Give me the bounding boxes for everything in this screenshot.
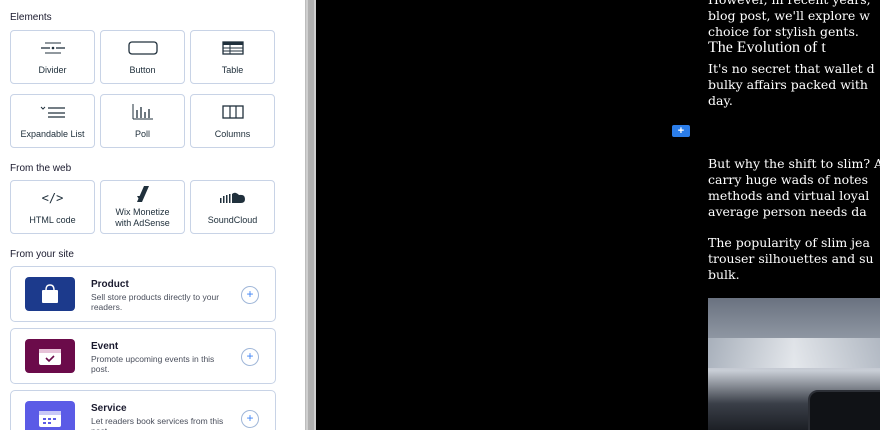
card-description: Sell store products directly to your rea… [91,292,220,312]
tile-soundcloud[interactable]: SoundCloud [190,180,275,234]
code-icon: </> [41,190,64,205]
article-line: blog post, we'll explore w [708,8,870,23]
expandable-list-icon [40,103,66,121]
panel-scrollbar[interactable] [305,0,316,430]
article-line: bulk. [708,267,740,282]
article-image[interactable] [708,298,880,430]
tile-columns[interactable]: Columns [190,94,275,148]
image-highlight [708,338,880,368]
tile-label: Expandable List [20,128,85,139]
card-title: Event [91,341,119,352]
wallet-shape [808,390,880,430]
tile-divider[interactable]: Divider [10,30,95,84]
article-line: trouser silhouettes and su [708,251,874,266]
adsense-icon [136,185,150,203]
add-product-button[interactable]: + [241,286,259,304]
tile-label: Table [221,64,244,75]
soundcloud-icon [219,189,246,207]
button-icon [127,39,158,57]
columns-icon [221,103,244,121]
card-service[interactable]: Service Let readers book services from t… [10,390,276,430]
card-description: Let readers book services from this post… [91,416,224,430]
table-icon [221,39,244,57]
card-product[interactable]: Product Sell store products directly to … [10,266,276,322]
tile-label: HTML code [29,214,76,225]
calendar-check-icon [25,339,75,373]
section-title-from-web: From the web [10,163,72,174]
tile-adsense[interactable]: Wix Monetize with AdSense [100,180,185,234]
article-line: day. [708,93,733,108]
article-line: However, in recent years, [708,0,880,8]
card-title: Product [91,279,129,290]
tile-label: Divider [38,64,67,75]
article-line: carry huge wads of notes [708,172,868,187]
article-line: bulky affairs packed with [708,77,868,92]
shopping-bag-icon [25,277,75,311]
add-event-button[interactable]: + [241,348,259,366]
card-title: Service [91,403,127,414]
tile-label: Button [129,64,156,75]
calendar-icon [25,401,75,430]
tile-label: Wix Monetize with AdSense [115,207,170,228]
card-event[interactable]: Event Promote upcoming events in this po… [10,328,276,384]
article-line: The popularity of slim jea [708,235,870,250]
poll-icon [132,103,154,121]
tile-expandable-list[interactable]: Expandable List [10,94,95,148]
add-service-button[interactable]: + [241,410,259,428]
article-heading: The Evolution of t [708,39,826,56]
article-line: It's no secret that wallet d [708,61,875,76]
tile-table[interactable]: Table [190,30,275,84]
article-line: average person needs da [708,204,867,219]
article-line: But why the shift to slim? A [708,156,880,171]
tile-poll[interactable]: Poll [100,94,185,148]
tile-button[interactable]: Button [100,30,185,84]
section-title-elements: Elements [10,12,52,23]
add-elements-panel: Elements Divider Button Table Expandable… [0,0,305,430]
tile-label: Columns [214,128,251,139]
article-line: methods and virtual loyal [708,188,870,203]
add-block-button[interactable]: + [672,125,690,137]
tile-label: Poll [134,128,150,139]
divider-icon [40,39,65,57]
scrollbar-thumb[interactable] [308,0,314,430]
section-title-from-site: From your site [10,249,74,260]
card-description: Promote upcoming events in this post. [91,354,215,374]
tile-html-code[interactable]: </> HTML code [10,180,95,234]
tile-label: SoundCloud [207,214,258,225]
